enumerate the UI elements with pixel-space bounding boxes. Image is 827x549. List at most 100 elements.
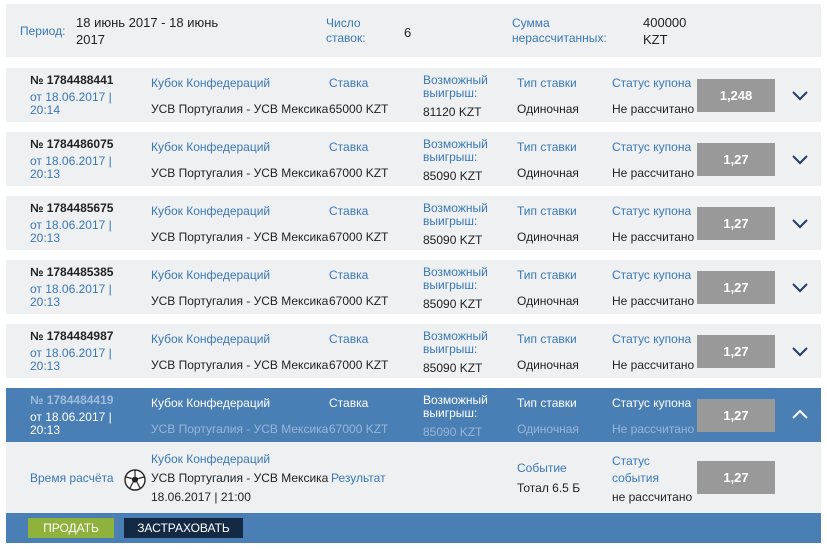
bets-count-label: Число ставок:: [326, 16, 366, 45]
bet-card[interactable]: № 1784485385 от 18.06.2017 | 20:13 Кубок К…: [6, 260, 821, 314]
bet-card[interactable]: № 1784486075 от 18.06.2017 | 20:13 Кубок К…: [6, 132, 821, 186]
bet-card[interactable]: № 1784484987 от 18.06.2017 | 20:13 Кубок К…: [6, 324, 821, 378]
bet-tournament: Кубок Конфедераций: [151, 140, 271, 154]
event-status-label: Статус события: [612, 454, 660, 485]
bet-number: № 1784485675: [30, 201, 114, 215]
period-label: Период:: [20, 24, 66, 38]
stake-value: 67000 KZT: [329, 422, 389, 436]
detail-coefficient: 1,27: [697, 461, 775, 494]
coupon-status-value: Не рассчитано: [612, 166, 695, 180]
possible-win-label: Возможный выигрыш:: [423, 393, 488, 420]
sell-button[interactable]: ПРОДАТЬ: [28, 518, 114, 538]
bet-tournament: Кубок Конфедераций: [151, 396, 271, 410]
bet-match: УСВ Португалия - УСВ Мексика: [151, 294, 329, 308]
insure-button[interactable]: ЗАСТРАХОВАТЬ: [124, 518, 243, 538]
unsettled-sum-label: Сумма нерассчитанных:: [512, 16, 607, 45]
bet-card[interactable]: № 1784484419 от 18.06.2017 | 20:13 Кубок К…: [6, 388, 821, 442]
coupon-status-value: Не рассчитано: [612, 230, 695, 244]
bet-number: № 1784484987: [30, 329, 114, 343]
bet-tournament: Кубок Конфедераций: [151, 268, 271, 282]
bet-detail-panel: Время расчёта Кубок Конфедераций УСВ Пор…: [6, 442, 821, 513]
bet-type-label: Тип ставки: [517, 204, 577, 218]
bet-type-value: Одиночная: [517, 230, 579, 244]
soccer-ball-icon: [124, 469, 146, 491]
possible-win-value: 85090 KZT: [423, 297, 483, 311]
possible-win-value: 85090 KZT: [423, 361, 483, 375]
coupon-status-label: Статус купона: [612, 396, 692, 410]
coupon-status-label: Статус купона: [612, 140, 692, 154]
bet-type-value: Одиночная: [517, 102, 579, 116]
bet-number: № 1784485385: [30, 265, 114, 279]
coupon-status-value: Не рассчитано: [612, 358, 695, 372]
coefficient-badge: 1,27: [697, 335, 775, 368]
bet-type-value: Одиночная: [517, 294, 579, 308]
event-label: Событие: [517, 461, 567, 475]
detail-tournament: Кубок Конфедераций: [151, 452, 271, 466]
coefficient-badge: 1,248: [697, 79, 775, 112]
stake-value: 67000 KZT: [329, 294, 389, 308]
bet-match: УСВ Португалия - УСВ Мексика: [151, 422, 329, 436]
possible-win-value: 85090 KZT: [423, 169, 483, 183]
bet-card[interactable]: № 1784488441 от 18.06.2017 | 20:14 Кубок К…: [6, 68, 821, 122]
possible-win-label: Возможный выигрыш:: [423, 329, 488, 356]
chevron-down-icon[interactable]: [790, 215, 810, 231]
bet-number: № 1784486075: [30, 137, 114, 151]
stake-value: 67000 KZT: [329, 166, 389, 180]
bet-tournament: Кубок Конфедераций: [151, 204, 271, 218]
chevron-down-icon[interactable]: [790, 151, 810, 167]
stake-label: Ставка: [329, 140, 369, 154]
bet-match: УСВ Португалия - УСВ Мексика: [151, 358, 329, 372]
stake-label: Ставка: [329, 396, 369, 410]
stake-value: 67000 KZT: [329, 358, 389, 372]
event-status-value: не рассчитано: [612, 490, 693, 504]
stake-label: Ставка: [329, 332, 369, 346]
bet-date: от 18.06.2017 | 20:13: [30, 282, 112, 309]
possible-win-label: Возможный выигрыш:: [423, 201, 488, 228]
stake-value: 65000 KZT: [329, 102, 389, 116]
stake-label: Ставка: [329, 268, 369, 282]
bet-match: УСВ Португалия - УСВ Мексика: [151, 166, 329, 180]
bet-type-label: Тип ставки: [517, 396, 577, 410]
bets-summary: Период: 18 июнь 2017 - 18 июнь 2017 Числ…: [6, 4, 821, 57]
chevron-down-icon[interactable]: [790, 343, 810, 359]
bet-type-label: Тип ставки: [517, 140, 577, 154]
possible-win-value: 85090 KZT: [423, 425, 483, 439]
stake-label: Ставка: [329, 204, 369, 218]
chevron-up-icon[interactable]: [790, 407, 810, 423]
stake-value: 67000 KZT: [329, 230, 389, 244]
detail-match: УСВ Португалия - УСВ Мексика: [151, 471, 329, 485]
period-value: 18 июнь 2017 - 18 июнь 2017: [76, 15, 219, 47]
chevron-down-icon[interactable]: [790, 279, 810, 295]
coupon-status-value: Не рассчитано: [612, 294, 695, 308]
bet-card[interactable]: № 1784485675 от 18.06.2017 | 20:13 Кубок К…: [6, 196, 821, 250]
bet-date: от 18.06.2017 | 20:13: [30, 410, 112, 437]
coefficient-badge: 1,27: [697, 207, 775, 240]
result-label: Результат: [331, 471, 386, 485]
bet-type-label: Тип ставки: [517, 268, 577, 282]
coefficient-badge: 1,27: [697, 399, 775, 432]
coupon-status-label: Статус купона: [612, 268, 692, 282]
bet-type-value: Одиночная: [517, 358, 579, 372]
bets-count-value: 6: [404, 25, 412, 40]
possible-win-label: Возможный выигрыш:: [423, 137, 488, 164]
chevron-down-icon[interactable]: [790, 87, 810, 103]
coefficient-badge: 1,27: [697, 271, 775, 304]
bet-number: № 1784484419: [30, 393, 114, 407]
bet-tournament: Кубок Конфедераций: [151, 332, 271, 346]
bet-match: УСВ Португалия - УСВ Мексика: [151, 102, 329, 116]
unsettled-sum-value: 400000 KZT: [643, 15, 687, 47]
bet-tournament: Кубок Конфедераций: [151, 76, 271, 90]
coupon-status-label: Статус купона: [612, 204, 692, 218]
bet-type-value: Одиночная: [517, 422, 579, 436]
detail-datetime: 18.06.2017 | 21:00: [151, 490, 251, 504]
bet-number: № 1784488441: [30, 73, 114, 87]
possible-win-label: Возможный выигрыш:: [423, 265, 488, 292]
coupon-status-value: Не рассчитано: [612, 422, 695, 436]
coefficient-badge: 1,27: [697, 143, 775, 176]
coupon-status-label: Статус купона: [612, 76, 692, 90]
coupon-status-value: Не рассчитано: [612, 102, 695, 116]
bet-date: от 18.06.2017 | 20:13: [30, 346, 112, 373]
bet-date: от 18.06.2017 | 20:14: [30, 90, 112, 117]
bet-type-label: Тип ставки: [517, 76, 577, 90]
event-value: Тотал 6.5 Б: [517, 481, 581, 495]
